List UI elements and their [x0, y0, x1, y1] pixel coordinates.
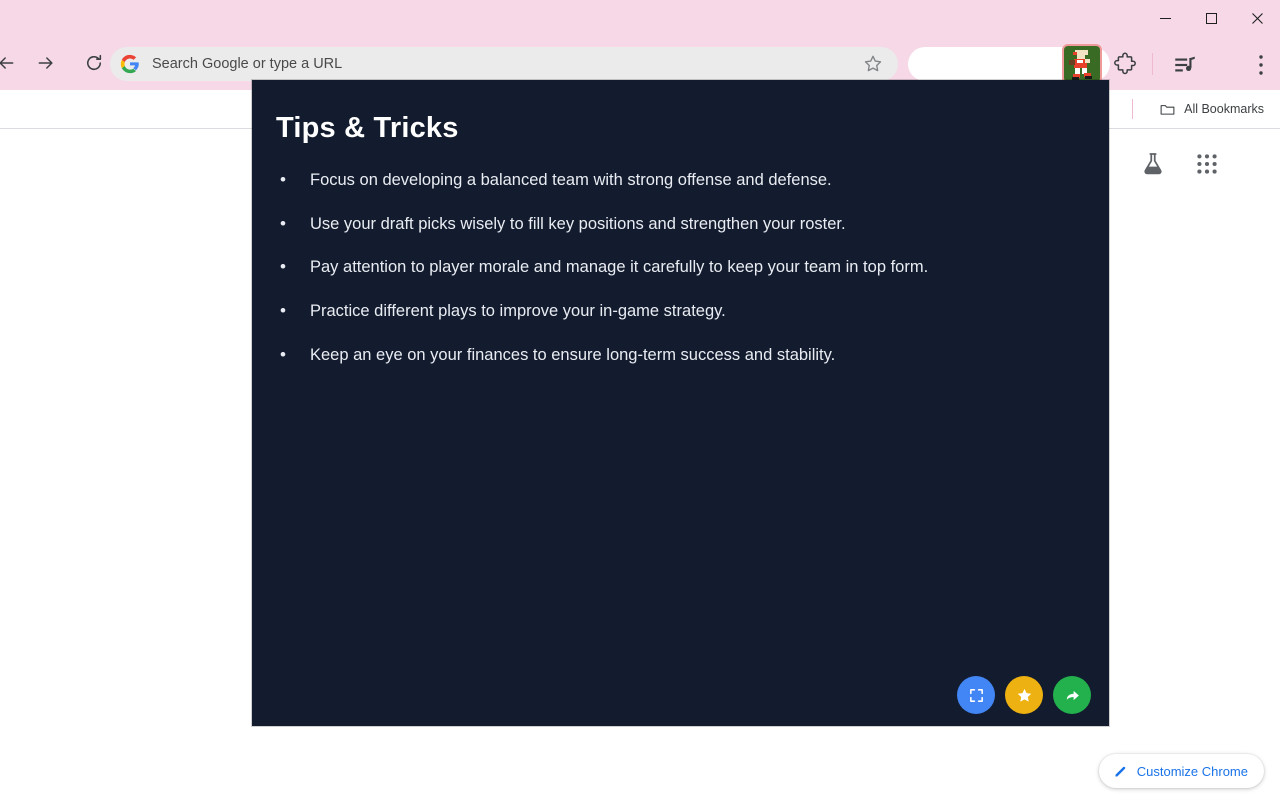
omnibox-placeholder: Search Google or type a URL: [152, 56, 343, 72]
ntp-top-actions: [1140, 151, 1220, 177]
maximize-button[interactable]: [1188, 0, 1234, 36]
reload-icon: [86, 54, 102, 71]
all-bookmarks-button[interactable]: All Bookmarks: [1151, 97, 1272, 122]
panel-action-buttons: [957, 676, 1091, 714]
page-title: Tips & Tricks: [276, 112, 459, 144]
share-button[interactable]: [1053, 676, 1091, 714]
extensions-puzzle-icon[interactable]: [1112, 52, 1138, 78]
list-item: Pay attention to player morale and manag…: [276, 256, 1079, 278]
folder-icon: [1160, 104, 1175, 115]
star-icon: [1017, 688, 1031, 702]
close-icon: [1251, 12, 1263, 24]
customize-chrome-label: Customize Chrome: [1136, 763, 1248, 779]
minimize-button[interactable]: [1142, 0, 1188, 36]
list-item: Practice different plays to improve your…: [276, 300, 1079, 322]
flask-labs-icon[interactable]: [1140, 151, 1166, 177]
customize-chrome-button[interactable]: Customize Chrome: [1098, 754, 1264, 788]
chrome-menu-icon[interactable]: [1250, 52, 1272, 78]
tips-list: Focus on developing a balanced team with…: [276, 169, 1079, 388]
list-item: Use your draft picks wisely to fill key …: [276, 213, 1079, 235]
maximize-icon: [1205, 12, 1217, 24]
pencil-icon: [1115, 766, 1125, 776]
sports-player-extension-icon[interactable]: [1064, 46, 1100, 82]
fullscreen-icon: [969, 688, 983, 702]
apps-grid-icon[interactable]: [1194, 151, 1220, 177]
list-item: Keep an eye on your finances to ensure l…: [276, 344, 1079, 366]
list-item: Focus on developing a balanced team with…: [276, 169, 1079, 191]
close-button[interactable]: [1234, 0, 1280, 36]
media-controls-icon[interactable]: [1172, 52, 1198, 78]
minimize-icon: [1159, 17, 1171, 19]
fullscreen-button[interactable]: [957, 676, 995, 714]
all-bookmarks-label: All Bookmarks: [1184, 102, 1264, 116]
google-g-icon: [120, 54, 139, 74]
bookmarks-divider: [1132, 99, 1134, 119]
bookmark-star-icon[interactable]: [862, 53, 884, 75]
tips-and-tricks-panel: Tips & Tricks Focus on developing a bala…: [252, 80, 1109, 726]
favorite-button[interactable]: [1005, 676, 1043, 714]
share-arrow-icon: [1066, 690, 1079, 700]
browser-window: Search Google or type a URL All Bookmark…: [0, 0, 1280, 800]
forward-button[interactable]: [30, 47, 62, 79]
arrow-left-icon: [0, 57, 14, 69]
arrow-right-icon: [38, 57, 53, 69]
reload-button[interactable]: [78, 47, 110, 79]
address-bar[interactable]: Search Google or type a URL: [110, 47, 898, 81]
back-button[interactable]: [0, 47, 22, 79]
title-bar: [0, 0, 1280, 36]
toolbar-divider: [1152, 53, 1153, 75]
